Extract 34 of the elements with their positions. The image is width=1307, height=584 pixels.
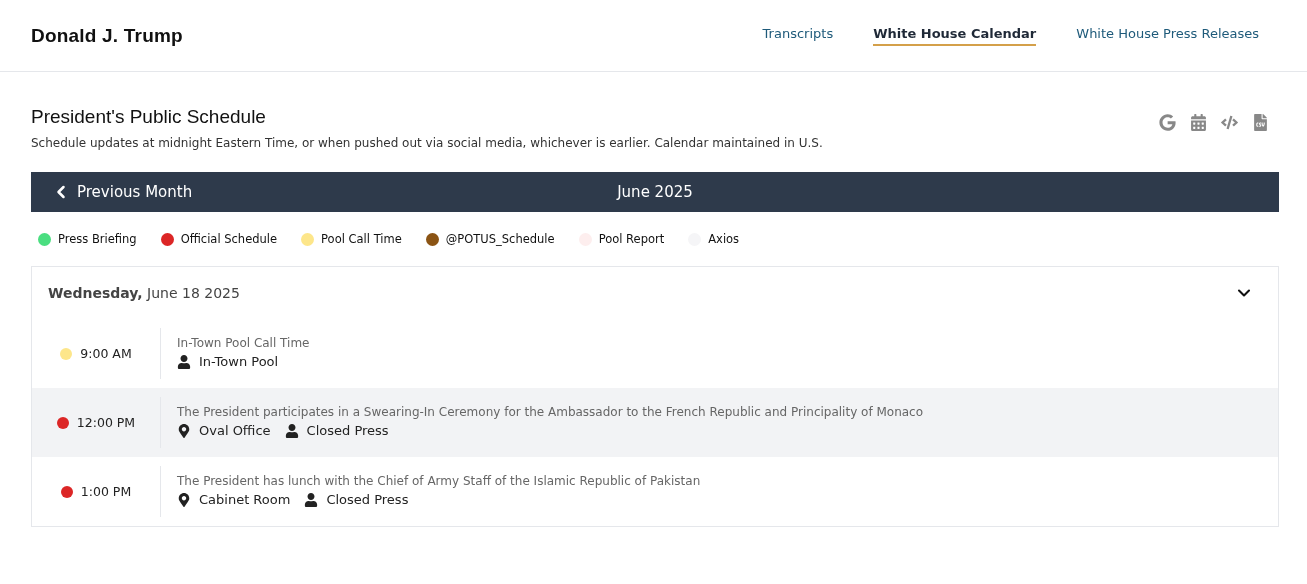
nav-link[interactable]: White House Calendar <box>873 25 1037 46</box>
event-title: In-Town Pool Call Time <box>177 336 310 350</box>
legend-label: @POTUS_Schedule <box>445 232 555 246</box>
month-label: June 2025 <box>617 183 693 201</box>
person-icon <box>304 492 319 507</box>
event-detail: Closed Press <box>326 492 409 507</box>
legend-label: Press Briefing <box>58 232 137 246</box>
csv-file-icon[interactable] <box>1252 114 1269 131</box>
nav-link[interactable]: Transcripts <box>762 25 834 46</box>
event-detail: Cabinet Room <box>199 492 291 507</box>
legend-label: Pool Report <box>598 232 665 246</box>
site-title: Donald J. Trump <box>31 24 183 47</box>
legend-label: Official Schedule <box>180 232 278 246</box>
person-icon <box>284 423 299 438</box>
map-pin-icon <box>177 492 191 507</box>
event-title: The President has lunch with the Chief of Army Staff of the Islamic Republic of Pakistan <box>177 474 701 488</box>
legend-label: Axios <box>708 232 740 246</box>
event-title: The President participates in a Swearing-In Ceremony for the Ambassador to the French Republic and Principality of Monaco <box>177 405 924 419</box>
code-icon[interactable] <box>1221 114 1238 131</box>
event-time: 9:00 AM <box>80 346 132 361</box>
nav-link[interactable]: White House Press Releases <box>1076 25 1259 46</box>
page-heading: President's Public Schedule <box>31 106 267 128</box>
event-detail: Oval Office <box>199 423 271 438</box>
map-pin-icon <box>177 423 191 438</box>
person-icon <box>177 354 191 369</box>
legend-label: Pool Call Time <box>321 232 402 246</box>
event-time: 12:00 PM <box>76 415 136 430</box>
event-time: 1:00 PM <box>80 484 132 499</box>
day-title: Wednesday, June 18 2025 <box>48 285 240 301</box>
page-subtitle: Schedule updates at midnight Eastern Time, or when pushed out via social media, whichever is earlier. Calendar maintained in U.S. <box>31 136 823 150</box>
event-detail: Closed Press <box>306 423 389 438</box>
event-detail: In-Town Pool <box>199 354 279 369</box>
google-icon[interactable] <box>1159 114 1176 131</box>
calendar-icon[interactable] <box>1190 114 1207 131</box>
